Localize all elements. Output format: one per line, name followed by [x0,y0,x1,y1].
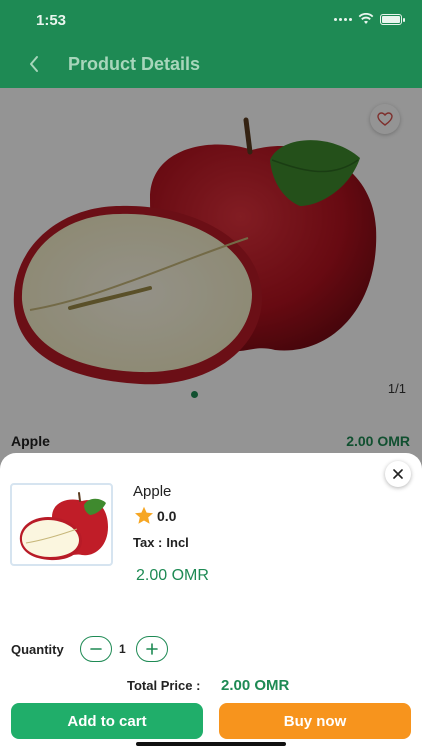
product-thumbnail [10,483,113,566]
increase-quantity-button[interactable] [136,636,168,662]
add-to-cart-button[interactable]: Add to cart [11,703,203,739]
buy-now-button[interactable]: Buy now [219,703,411,739]
home-indicator[interactable] [136,742,286,746]
rating-value: 0.0 [157,507,177,524]
page-title: Product Details [68,54,201,74]
battery-icon [380,13,405,25]
plus-icon [146,643,158,655]
nav-bar: Product Details [0,40,422,88]
total-price-label: Total Price : [127,678,201,693]
total-price-value: 2.00 OMR [221,677,290,694]
chevron-left-icon [30,56,38,72]
status-time: 1:53 [36,12,67,29]
close-icon [393,469,403,479]
back-button[interactable] [20,50,48,78]
sheet-product-price: 2.00 OMR [136,567,209,584]
add-to-cart-sheet: Apple 0.0 Tax : Incl 2.00 OMR Quantity 1 … [0,453,422,750]
minus-icon [90,648,102,650]
wifi-icon [358,13,374,24]
sheet-product-name: Apple [133,483,172,500]
decrease-quantity-button[interactable] [80,636,112,662]
quantity-value: 1 [119,642,126,656]
status-bar: 1:53 [0,0,422,40]
tax-info: Tax : Incl [133,535,189,550]
star-icon [135,506,153,524]
close-button[interactable] [385,461,411,487]
product-rating: 0.0 [134,506,176,525]
signal-icon [334,17,352,21]
status-icons [334,13,405,25]
tax-value: Incl [166,535,189,550]
tax-label: Tax : [133,535,163,550]
quantity-label: Quantity [11,642,64,657]
product-thumbnail-image [19,492,108,561]
